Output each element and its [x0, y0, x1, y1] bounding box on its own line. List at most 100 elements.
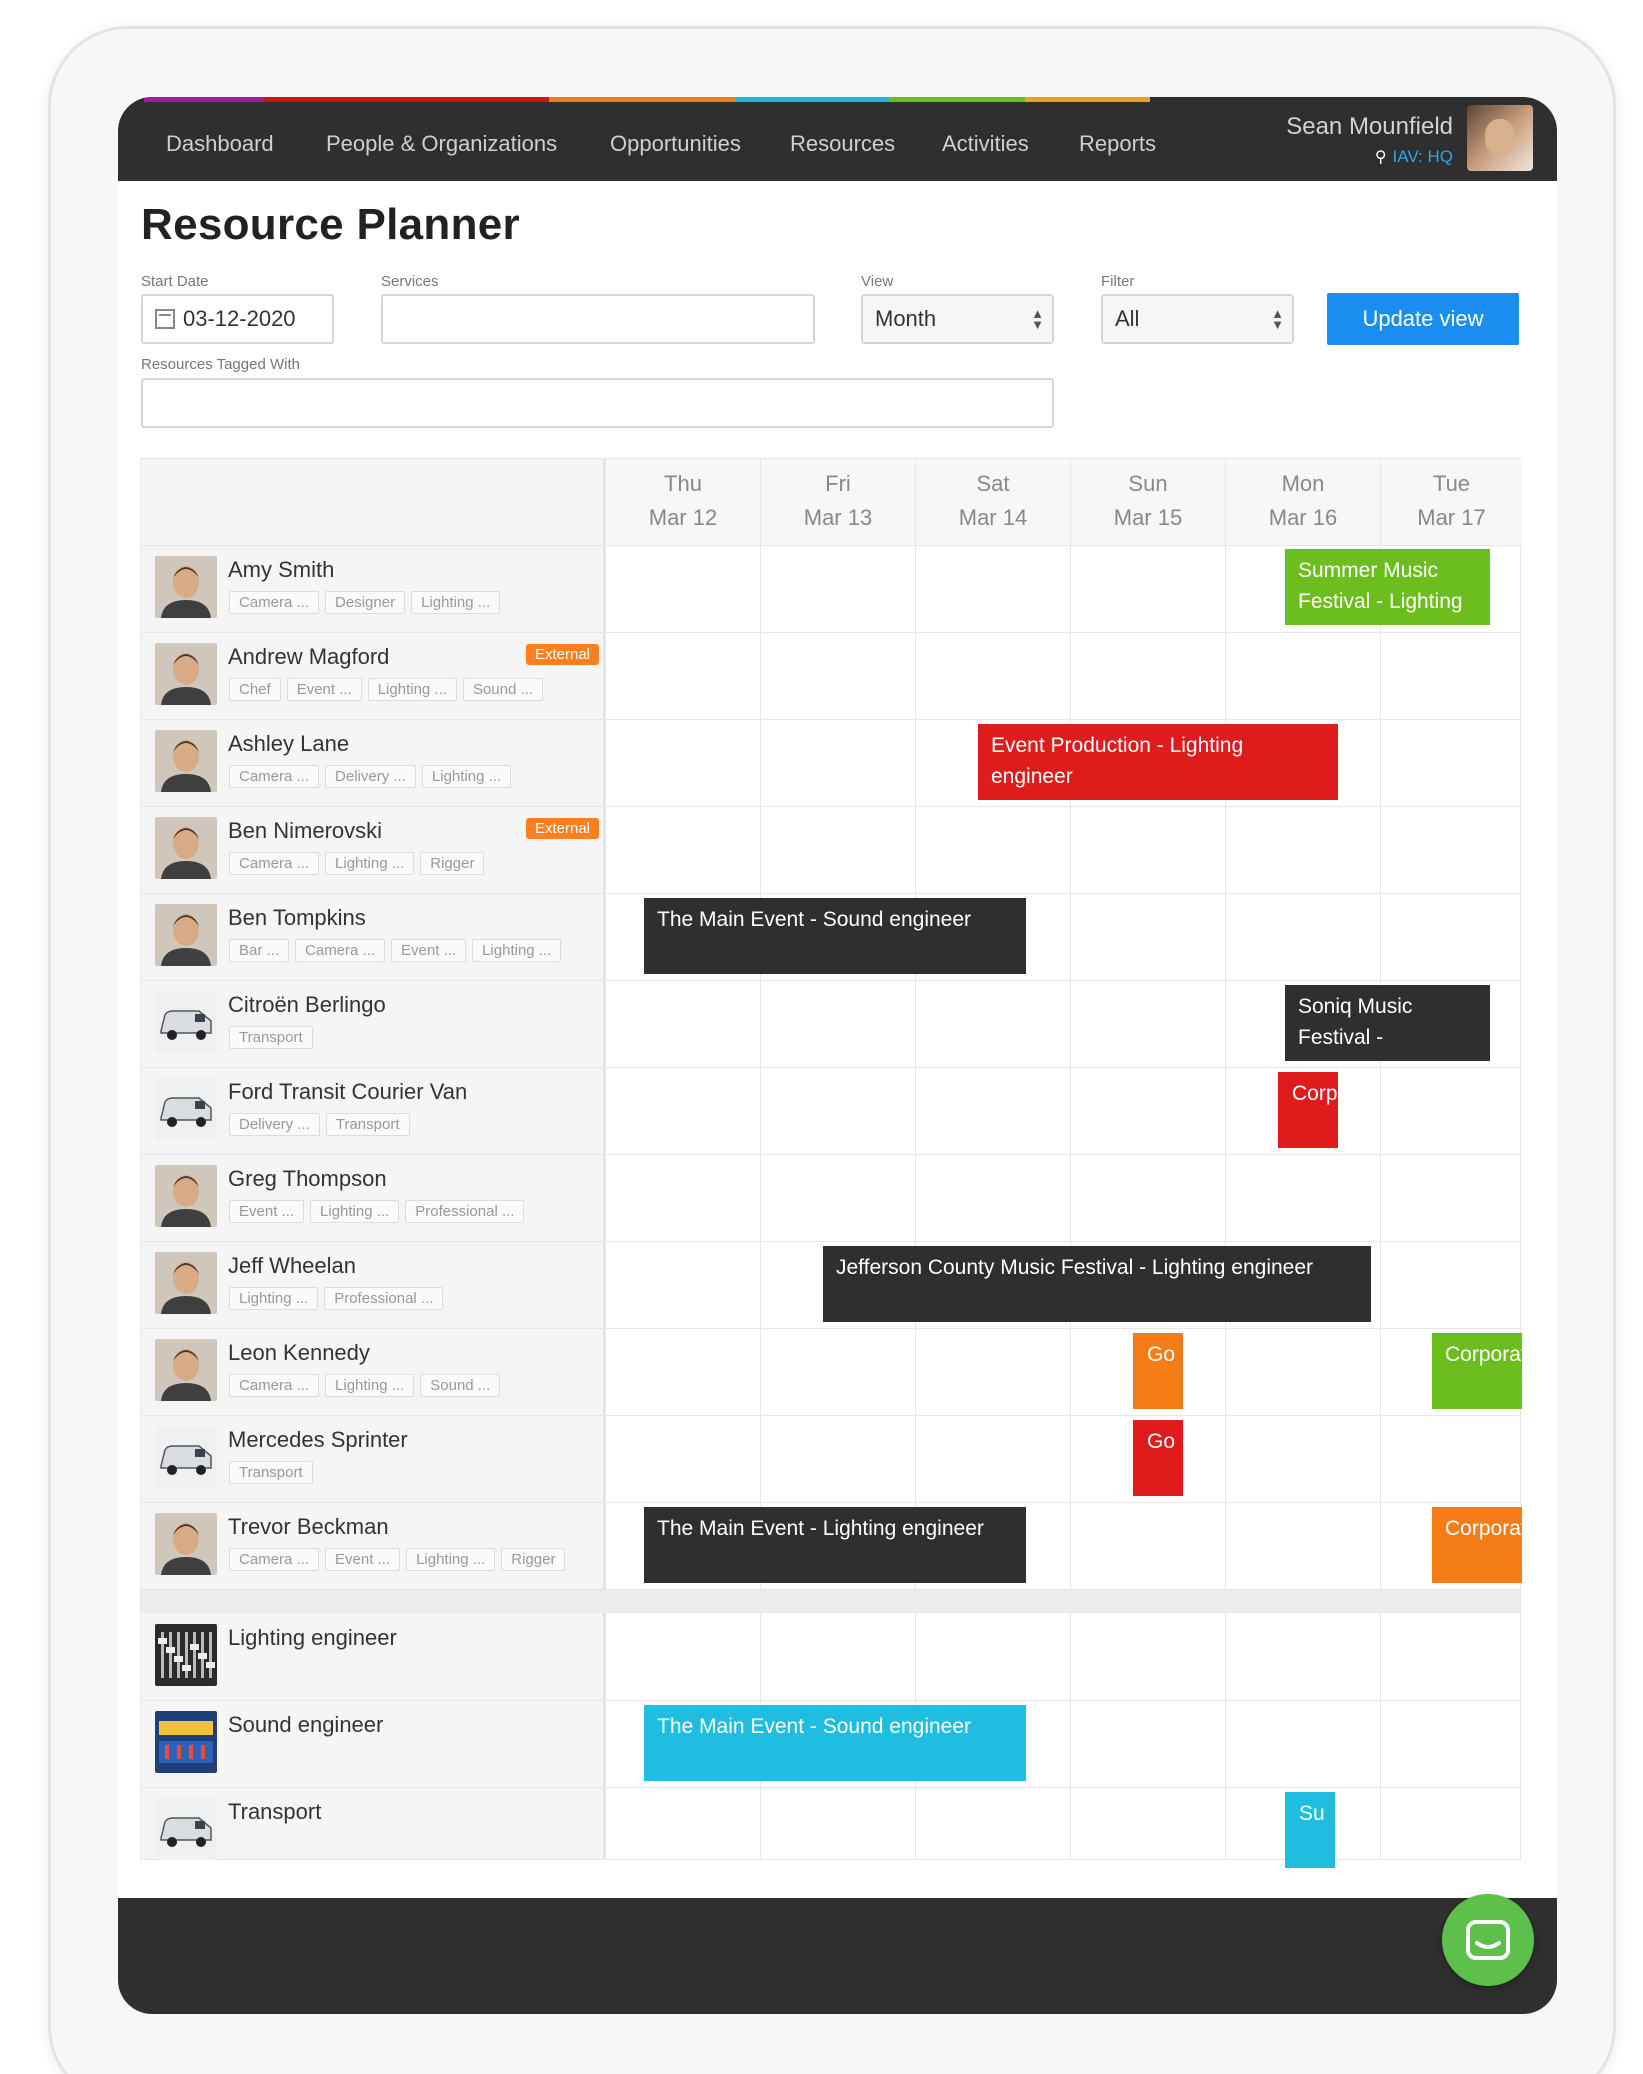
- resource-row[interactable]: Ben Nimerovski External Camera ... Lighting…: [141, 806, 605, 893]
- resource-tag: Rigger: [420, 852, 485, 875]
- view-label: View: [861, 273, 894, 290]
- resource-tag: Sound ...: [420, 1374, 501, 1397]
- booking-block[interactable]: The Main Event - Sound engineer: [644, 1705, 1026, 1781]
- resource-name[interactable]: Trevor Beckman: [228, 1514, 389, 1540]
- day-date: Mar 15: [1113, 505, 1183, 530]
- day-date: Mar 12: [648, 505, 718, 530]
- nav-color-stripe: [549, 97, 736, 102]
- booking-block[interactable]: Su: [1285, 1792, 1335, 1868]
- resource-name[interactable]: Citroën Berlingo: [228, 992, 386, 1018]
- role-name[interactable]: Lighting engineer: [228, 1625, 397, 1651]
- nav-people-organizations[interactable]: People & Organizations: [326, 131, 557, 157]
- booking-block[interactable]: Summer Music Festival - Lighting: [1285, 549, 1490, 625]
- resource-row[interactable]: Trevor Beckman Camera ... Event ... Lightin…: [141, 1502, 605, 1589]
- start-date-field[interactable]: 03-12-2020: [141, 294, 334, 344]
- nav-opportunities[interactable]: Opportunities: [610, 131, 741, 157]
- resources-tagged-input[interactable]: [141, 378, 1054, 428]
- tag-list: Transport: [229, 1026, 313, 1049]
- role-name[interactable]: Sound engineer: [228, 1712, 383, 1738]
- grid-divider: [141, 1589, 1520, 1590]
- booking-block[interactable]: Go: [1133, 1333, 1183, 1409]
- resource-name[interactable]: Leon Kennedy: [228, 1340, 370, 1366]
- user-name[interactable]: Sean Mounfield: [1286, 113, 1453, 141]
- resource-tag: Delivery ...: [325, 765, 416, 788]
- nav-color-stripe: [889, 97, 1025, 102]
- filter-select[interactable]: All ▲ ▼: [1101, 294, 1294, 344]
- resource-row[interactable]: Mercedes Sprinter Transport: [141, 1415, 605, 1502]
- tag-list: Camera ... Lighting ... Sound ...: [229, 1374, 501, 1397]
- day-name: Sat: [976, 471, 1010, 496]
- booking-block[interactable]: Corporat: [1432, 1333, 1522, 1409]
- booking-block[interactable]: Corporat: [1432, 1507, 1522, 1583]
- resource-row[interactable]: Ashley Lane Camera ... Delivery ... Lightin…: [141, 719, 605, 806]
- nav-activities[interactable]: Activities: [942, 131, 1029, 157]
- grid-divider: [915, 545, 916, 1859]
- day-name: Mon: [1281, 471, 1325, 496]
- nav-reports[interactable]: Reports: [1079, 131, 1156, 157]
- resource-name[interactable]: Ben Nimerovski: [228, 818, 382, 844]
- resource-tag: Lighting ...: [421, 765, 512, 788]
- resource-name[interactable]: Ben Tompkins: [228, 905, 366, 931]
- grid-divider: [760, 545, 761, 1859]
- resource-row[interactable]: Greg Thompson Event ... Lighting ... Profes…: [141, 1154, 605, 1241]
- resource-tag: Lighting ...: [310, 1200, 400, 1223]
- resource-row[interactable]: Amy Smith Camera ... Designer Lighting ...: [141, 545, 605, 632]
- app-screen: Dashboard People & Organizations Opportu…: [118, 97, 1557, 2014]
- day-header: Fri Mar 13: [760, 459, 915, 545]
- view-select[interactable]: Month ▲ ▼: [861, 294, 1054, 344]
- resource-tag: Event ...: [286, 678, 362, 701]
- role-row[interactable]: Sound engineer: [141, 1700, 605, 1787]
- resource-name[interactable]: Mercedes Sprinter: [228, 1427, 408, 1453]
- booking-block[interactable]: Soniq Music Festival -: [1285, 985, 1490, 1061]
- user-avatar[interactable]: [1467, 105, 1533, 171]
- top-navbar: Dashboard People & Organizations Opportu…: [118, 97, 1557, 181]
- role-name[interactable]: Transport: [228, 1799, 321, 1825]
- chat-button[interactable]: [1442, 1894, 1534, 1986]
- day-name: Fri: [825, 471, 851, 496]
- booking-block[interactable]: The Main Event - Lighting engineer: [644, 1507, 1026, 1583]
- tag-list: Chef Event ... Lighting ... Sound ...: [229, 678, 543, 701]
- resource-name[interactable]: Ford Transit Courier Van: [228, 1079, 467, 1105]
- resource-name[interactable]: Jeff Wheelan: [228, 1253, 356, 1279]
- user-location[interactable]: ⚲ IAV: HQ: [1375, 147, 1453, 167]
- resource-row[interactable]: Leon Kennedy Camera ... Lighting ... Sound …: [141, 1328, 605, 1415]
- roles-separator: [141, 1589, 1520, 1613]
- booking-block[interactable]: Go: [1133, 1420, 1183, 1496]
- start-date-value: 03-12-2020: [183, 306, 296, 331]
- services-input[interactable]: [381, 294, 815, 344]
- resource-name[interactable]: Andrew Magford: [228, 644, 389, 670]
- resource-row[interactable]: Ford Transit Courier Van Delivery ... Tran…: [141, 1067, 605, 1154]
- resource-tag: Lighting ...: [367, 678, 457, 701]
- resource-tag: Rigger: [501, 1548, 566, 1571]
- nav-resources[interactable]: Resources: [790, 131, 895, 157]
- grid-divider: [605, 545, 606, 1859]
- role-row[interactable]: Transport: [141, 1787, 605, 1874]
- location-label: IAV: HQ: [1392, 147, 1453, 166]
- nav-dashboard[interactable]: Dashboard: [166, 131, 274, 157]
- resource-tag: Lighting ...: [406, 1548, 496, 1571]
- resource-row[interactable]: Ben Tompkins Bar ... Camera ... Event ... Li…: [141, 893, 605, 980]
- update-view-button[interactable]: Update view: [1327, 293, 1519, 345]
- avatar: [155, 1426, 217, 1488]
- tag-list: Camera ... Event ... Lighting ... Rigger: [229, 1548, 566, 1571]
- resource-row[interactable]: Jeff Wheelan Lighting ... Professional ...: [141, 1241, 605, 1328]
- role-row[interactable]: Lighting engineer: [141, 1613, 605, 1700]
- day-name: Sun: [1128, 471, 1168, 496]
- booking-block[interactable]: The Main Event - Sound engineer: [644, 898, 1026, 974]
- resource-name[interactable]: Greg Thompson: [228, 1166, 387, 1192]
- resource-tag: Designer: [325, 591, 406, 614]
- booking-block[interactable]: Corp: [1278, 1072, 1338, 1148]
- tag-list: Lighting ... Professional ...: [229, 1287, 444, 1310]
- resource-row[interactable]: Citroën Berlingo Transport: [141, 980, 605, 1067]
- resource-row[interactable]: Andrew Magford External Chef Event ... Light…: [141, 632, 605, 719]
- filter-value: All: [1115, 306, 1140, 331]
- resource-name[interactable]: Ashley Lane: [228, 731, 349, 757]
- booking-block[interactable]: Event Production - Lighting engineer: [978, 724, 1338, 800]
- avatar: [155, 643, 217, 705]
- booking-block[interactable]: Jefferson County Music Festival - Lighti…: [823, 1246, 1371, 1322]
- avatar: [155, 730, 217, 792]
- resource-tag: Camera ...: [229, 765, 320, 788]
- resource-tag: Event ...: [229, 1200, 305, 1223]
- nav-color-stripe: [1025, 97, 1150, 102]
- resource-name[interactable]: Amy Smith: [228, 557, 334, 583]
